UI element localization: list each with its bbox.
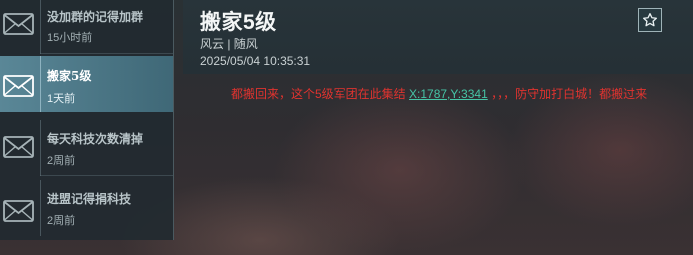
divider [40, 53, 173, 54]
mail-time: 15小时前 [47, 32, 93, 44]
mail-item-1[interactable]: 没加群的记得加群 15小时前 [0, 0, 173, 54]
divider [40, 120, 41, 176]
mail-time: 1天前 [47, 93, 76, 105]
mail-title: 进盟记得捐科技 [47, 192, 132, 206]
divider [40, 175, 173, 176]
mail-header: 搬家5级 风云 | 随风 2025/05/04 10:35:31 [183, 0, 693, 74]
favorite-button[interactable] [638, 8, 662, 32]
mail-body: 都搬回来，这个5级军团在此集结 X:1787,Y:3341 ，，，防守加打白城！… [231, 84, 676, 105]
mail-title: 没加群的记得加群 [47, 10, 144, 24]
envelope-icon [3, 75, 34, 97]
divider [40, 0, 41, 54]
mail-detail: 搬家5级 风云 | 随风 2025/05/04 10:35:31 都搬回来，这个… [183, 0, 693, 255]
envelope-icon [3, 13, 34, 35]
coordinate-link[interactable]: X:1787,Y:3341 [409, 87, 488, 101]
envelope-icon [3, 200, 34, 222]
mail-time: 2周前 [47, 215, 76, 227]
star-icon [643, 13, 657, 27]
mail-subject: 搬家5级 [200, 11, 277, 34]
envelope-icon [3, 136, 34, 158]
body-text: ，，，防守加打白城！都搬过来 [487, 87, 648, 101]
mail-title: 每天科技次数清掉 [47, 132, 144, 146]
mail-item-4[interactable]: 进盟记得捐科技 2周前 [0, 180, 173, 236]
mail-list: 没加群的记得加群 15小时前 搬家5级 1天前 每天科技次数清掉 2周前 进盟记… [0, 0, 174, 240]
mail-date: 2025/05/04 10:35:31 [200, 54, 311, 68]
mail-item-3[interactable]: 每天科技次数清掉 2周前 [0, 120, 173, 176]
mail-item-2[interactable]: 搬家5级 1天前 [0, 56, 173, 112]
divider [40, 180, 41, 236]
mail-title: 搬家5级 [47, 69, 92, 83]
divider [40, 56, 41, 112]
mail-sender: 风云 | 随风 [200, 37, 258, 51]
mail-time: 2周前 [47, 155, 76, 167]
body-text: 都搬回来，这个5级军团在此集结 [231, 87, 410, 101]
